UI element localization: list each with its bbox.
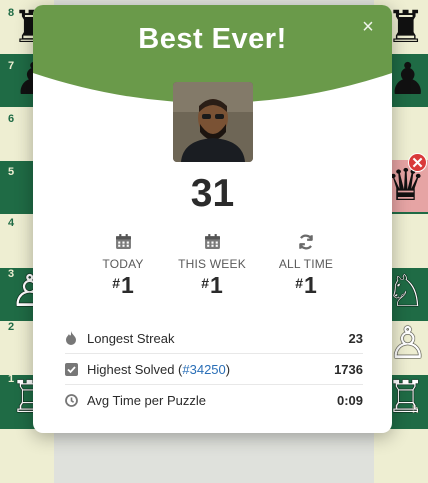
clock-icon xyxy=(65,393,87,407)
ranking-all-time: ALL TIME #1 xyxy=(261,233,351,299)
ranking-today: TODAY #1 xyxy=(78,233,168,299)
stat-value: 1736 xyxy=(334,361,363,377)
refresh-icon xyxy=(261,233,351,253)
stat-label: Longest Streak xyxy=(87,330,175,346)
rank-label-2: 2 xyxy=(8,321,15,333)
ranking-value: #1 xyxy=(201,272,223,298)
puzzle-score: 31 xyxy=(190,172,235,215)
ranking-label: THIS WEEK xyxy=(178,257,246,271)
ranking-label: ALL TIME xyxy=(278,257,334,271)
ranking-value: #1 xyxy=(295,272,317,298)
ranking-this-week: THIS WEEK #1 xyxy=(167,233,257,299)
checkbox-icon xyxy=(65,362,87,376)
rank-label-6: 6 xyxy=(8,113,15,125)
stat-highest-solved: Highest Solved (#34250) 1736 xyxy=(65,354,363,385)
stats-list: Longest Streak 23 Highest Solved (#34250… xyxy=(65,323,363,415)
flame-icon xyxy=(65,331,87,345)
error-badge-icon: ✕ xyxy=(408,153,427,172)
avatar xyxy=(173,82,253,162)
close-button[interactable]: × xyxy=(358,17,378,37)
stat-value: 23 xyxy=(348,330,363,346)
rankings-row: TODAY #1 THIS WEEK #1 ALL TIME #1 xyxy=(83,233,343,303)
stat-avg-time: Avg Time per Puzzle 0:09 xyxy=(65,385,363,415)
calendar-icon xyxy=(78,233,168,253)
modal-title: Best Ever! xyxy=(138,23,287,55)
puzzle-result-modal: Best Ever! × 31 TODAY #1 THIS WEEK #1 AL… xyxy=(33,5,392,433)
rank-label-5: 5 xyxy=(8,166,15,178)
stat-value: 0:09 xyxy=(336,392,363,408)
stat-label: Highest Solved (#34250) xyxy=(87,361,231,377)
ranking-label: TODAY xyxy=(102,257,144,271)
black-pawn-piece[interactable]: ♟ xyxy=(388,58,427,102)
calendar-icon xyxy=(167,233,257,253)
puzzle-link[interactable]: #34250 xyxy=(182,362,225,377)
white-pawn-piece[interactable]: ♙ xyxy=(388,322,427,366)
ranking-value: #1 xyxy=(112,272,134,298)
stat-longest-streak: Longest Streak 23 xyxy=(65,323,363,354)
stat-label: Avg Time per Puzzle xyxy=(87,392,206,408)
rank-label-4: 4 xyxy=(8,217,15,229)
